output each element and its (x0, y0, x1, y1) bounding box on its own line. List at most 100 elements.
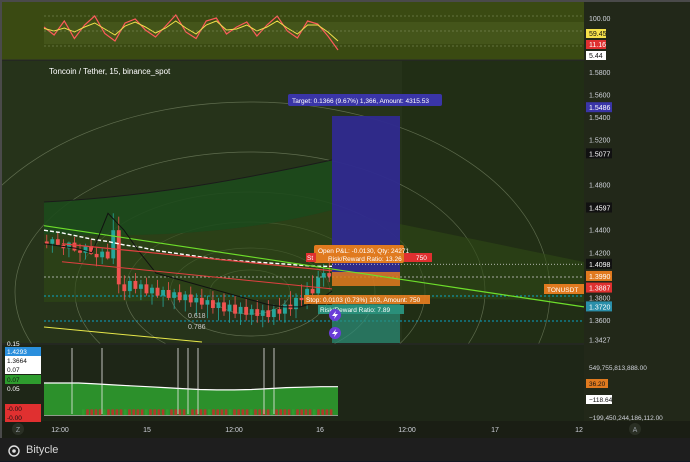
histogram-bar (304, 409, 308, 416)
left-value-label: 0.15 (7, 341, 20, 348)
histogram-bar (115, 409, 119, 416)
candle-body (116, 230, 121, 285)
histogram-bar (140, 409, 144, 416)
histogram-bar (224, 409, 228, 416)
chart-container: 0.618 0.786 100.00 59.45 11.16 5.44 1.5800 1.5… (0, 0, 690, 438)
histogram-bar (258, 409, 261, 416)
candle-body (94, 253, 99, 258)
candle-body (233, 304, 238, 314)
candle-body (177, 292, 182, 301)
price-axis-label: 1.4800 (589, 183, 611, 190)
stop-fragment-left: St (307, 255, 313, 262)
price-axis-label: 1.4597 (589, 205, 611, 212)
price-axis-label: 1.3720 (589, 304, 611, 311)
candle-body (216, 302, 221, 309)
candle-body (50, 239, 55, 244)
histogram-bar (237, 409, 240, 416)
candle-body (205, 300, 210, 305)
candle-body (127, 280, 132, 292)
candle-body (133, 280, 138, 289)
candle-body (244, 306, 249, 315)
candle-body (55, 239, 60, 245)
histogram-bar (145, 409, 148, 416)
histogram-bar (283, 409, 287, 416)
chart-title: Toncoin / Tether, 15, binance_spot (49, 67, 171, 76)
time-axis-label: 17 (491, 427, 499, 434)
candle-body (271, 309, 276, 318)
candle-body (294, 297, 298, 310)
fib-label-2: 0.786 (188, 324, 206, 331)
candle-body (100, 251, 105, 258)
histogram-bar (98, 409, 102, 416)
left-value-label: 0.05 (7, 386, 20, 393)
left-value-label: 1.4293 (7, 349, 27, 356)
candle-body (172, 292, 177, 298)
histogram-bar (103, 409, 106, 416)
footer-bar: Bitycle (0, 438, 690, 461)
histogram-bar (287, 409, 291, 416)
histogram-bar (241, 409, 245, 416)
volume-axis-label: 549,755,813,888.00 (589, 365, 647, 372)
histogram-bar (132, 409, 135, 416)
histogram-bar (119, 409, 123, 416)
histogram-bar (308, 409, 312, 416)
oscillator-axis-label: 59.45 (589, 31, 607, 38)
candle-body (166, 289, 171, 298)
histogram-bar (216, 409, 219, 416)
histogram-bar (313, 409, 316, 416)
histogram-bar (82, 409, 85, 416)
time-axis-label: 12 (575, 427, 583, 434)
histogram-bar (157, 409, 161, 416)
left-value-label: 1.3664 (7, 358, 27, 365)
histogram-bar (149, 409, 152, 416)
histogram-bar (124, 409, 127, 416)
time-axis-label: 15 (143, 427, 151, 434)
candle-body (78, 250, 82, 253)
volume-axis-label: 36.20 (589, 381, 606, 388)
histogram-bar (174, 409, 177, 416)
histogram-bar (250, 409, 253, 416)
histogram-bar (90, 409, 93, 416)
time-axis-background (2, 421, 690, 438)
fib-label-1: 0.618 (188, 313, 206, 320)
histogram-bar (136, 409, 140, 416)
histogram-bar (166, 409, 169, 416)
histogram-bar (107, 409, 110, 416)
candle-body (72, 242, 77, 251)
candle-body (122, 284, 127, 292)
stop-fragment-right: 750 (416, 255, 427, 262)
candle-body (277, 309, 282, 314)
histogram-bar (182, 409, 186, 416)
oscillator-axis-label: 11.16 (589, 42, 606, 49)
candle-body (144, 284, 149, 294)
histogram-bar (317, 409, 320, 416)
histogram-bar (170, 409, 173, 416)
histogram-bar (296, 409, 299, 416)
candle-body (321, 273, 326, 278)
price-axis-label: 1.5800 (589, 70, 611, 77)
price-axis-label: 1.5400 (589, 115, 611, 122)
corner-right-letter: A (633, 427, 638, 434)
stop-bottom-label: Stop: 0.0103 (0.73%) 103, Amount: 750 (306, 297, 421, 304)
candle-body (44, 241, 49, 244)
histogram-bar (329, 409, 333, 416)
trading-chart-svg[interactable]: 0.618 0.786 100.00 59.45 11.16 5.44 1.5800 1.5… (2, 2, 690, 438)
left-value-label: -0.00 (7, 406, 22, 413)
candle-body (150, 287, 154, 294)
price-axis-label: 1.4200 (589, 250, 611, 257)
price-axis-label: 1.3990 (589, 274, 611, 281)
histogram-bar (233, 409, 236, 416)
candle-body (161, 289, 166, 296)
histogram-bar (220, 409, 224, 416)
bitycle-logo-icon (8, 444, 20, 457)
price-axis-label: 1.5486 (589, 105, 611, 112)
histogram-bar (94, 409, 98, 416)
risk-reward-top-label: Risk/Reward Ratio: 13.26 (328, 256, 402, 263)
histogram-bar (86, 409, 89, 416)
histogram-bar (111, 409, 114, 416)
footer-label: Bitycle (26, 443, 59, 456)
price-axis-label: 1.4098 (589, 262, 611, 269)
candle-body (327, 273, 332, 277)
histogram-bar (178, 409, 182, 416)
candle-body (138, 284, 143, 289)
